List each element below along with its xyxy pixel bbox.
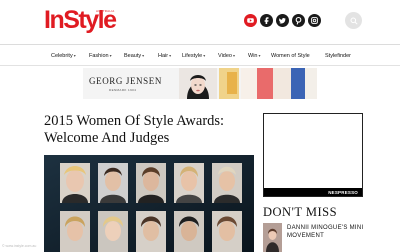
ad-color-blocks xyxy=(219,68,317,99)
facebook-icon[interactable] xyxy=(260,14,273,27)
nav-item-beauty[interactable]: Beauty▾ xyxy=(124,53,144,59)
story-thumbnail[interactable] xyxy=(263,223,282,252)
instagram-icon[interactable] xyxy=(308,14,321,27)
nav-item-hair[interactable]: Hair▾ xyxy=(158,53,171,59)
story-link[interactable]: DANNII MINOGUE'S MINI MOVEMENT xyxy=(287,224,367,240)
chevron-down-icon: ▾ xyxy=(109,53,112,58)
nav-item-lifestyle[interactable]: Lifestyle▾ xyxy=(182,53,205,59)
search-button[interactable] xyxy=(345,12,362,29)
nav-item-women-of-style[interactable]: Women of Style xyxy=(271,53,310,59)
youtube-icon[interactable] xyxy=(244,14,257,27)
ad-subline: DENMARK 1904 xyxy=(109,88,137,92)
chevron-down-icon: ▾ xyxy=(203,53,206,58)
site-header: InStyle AUSTRALIA xyxy=(0,0,400,44)
dont-miss-heading: DON'T MISS xyxy=(263,205,338,219)
pinterest-icon[interactable] xyxy=(292,14,305,27)
main-nav: Celebrity▾ Fashion▾ Beauty▾ Hair▾ Lifest… xyxy=(0,45,400,65)
watermark-text: © www.instyle.com.au xyxy=(2,244,37,248)
banner-ad[interactable]: GEORG JENSEN DENMARK 1904 xyxy=(83,68,317,99)
sidebar-ad[interactable]: NESPRESSO xyxy=(263,113,363,197)
sidebar-ad-strip: NESPRESSO xyxy=(264,188,362,196)
nav-item-video[interactable]: Video▾ xyxy=(218,53,235,59)
twitter-icon[interactable] xyxy=(276,14,289,27)
logo-tagline: AUSTRALIA xyxy=(96,9,115,13)
article-title: 2015 Women Of Style Awards: Welcome And … xyxy=(44,113,225,146)
nav-divider xyxy=(0,65,400,66)
chevron-down-icon: ▾ xyxy=(169,53,172,58)
nav-item-fashion[interactable]: Fashion▾ xyxy=(89,53,112,59)
chevron-down-icon: ▾ xyxy=(73,53,76,58)
nav-item-stylefinder[interactable]: Stylefinder xyxy=(325,53,351,59)
chevron-down-icon: ▾ xyxy=(142,53,145,58)
judges-photo[interactable] xyxy=(44,155,254,252)
search-icon xyxy=(350,17,358,25)
nav-item-celebrity[interactable]: Celebrity▾ xyxy=(51,53,76,59)
chevron-down-icon: ▾ xyxy=(258,53,261,58)
nav-item-win[interactable]: Win▾ xyxy=(248,53,261,59)
sidebar-ad-brand: NESPRESSO xyxy=(328,190,358,195)
ad-model-image xyxy=(179,68,217,99)
chevron-down-icon: ▾ xyxy=(232,53,235,58)
ad-brand: GEORG JENSEN xyxy=(89,76,162,86)
